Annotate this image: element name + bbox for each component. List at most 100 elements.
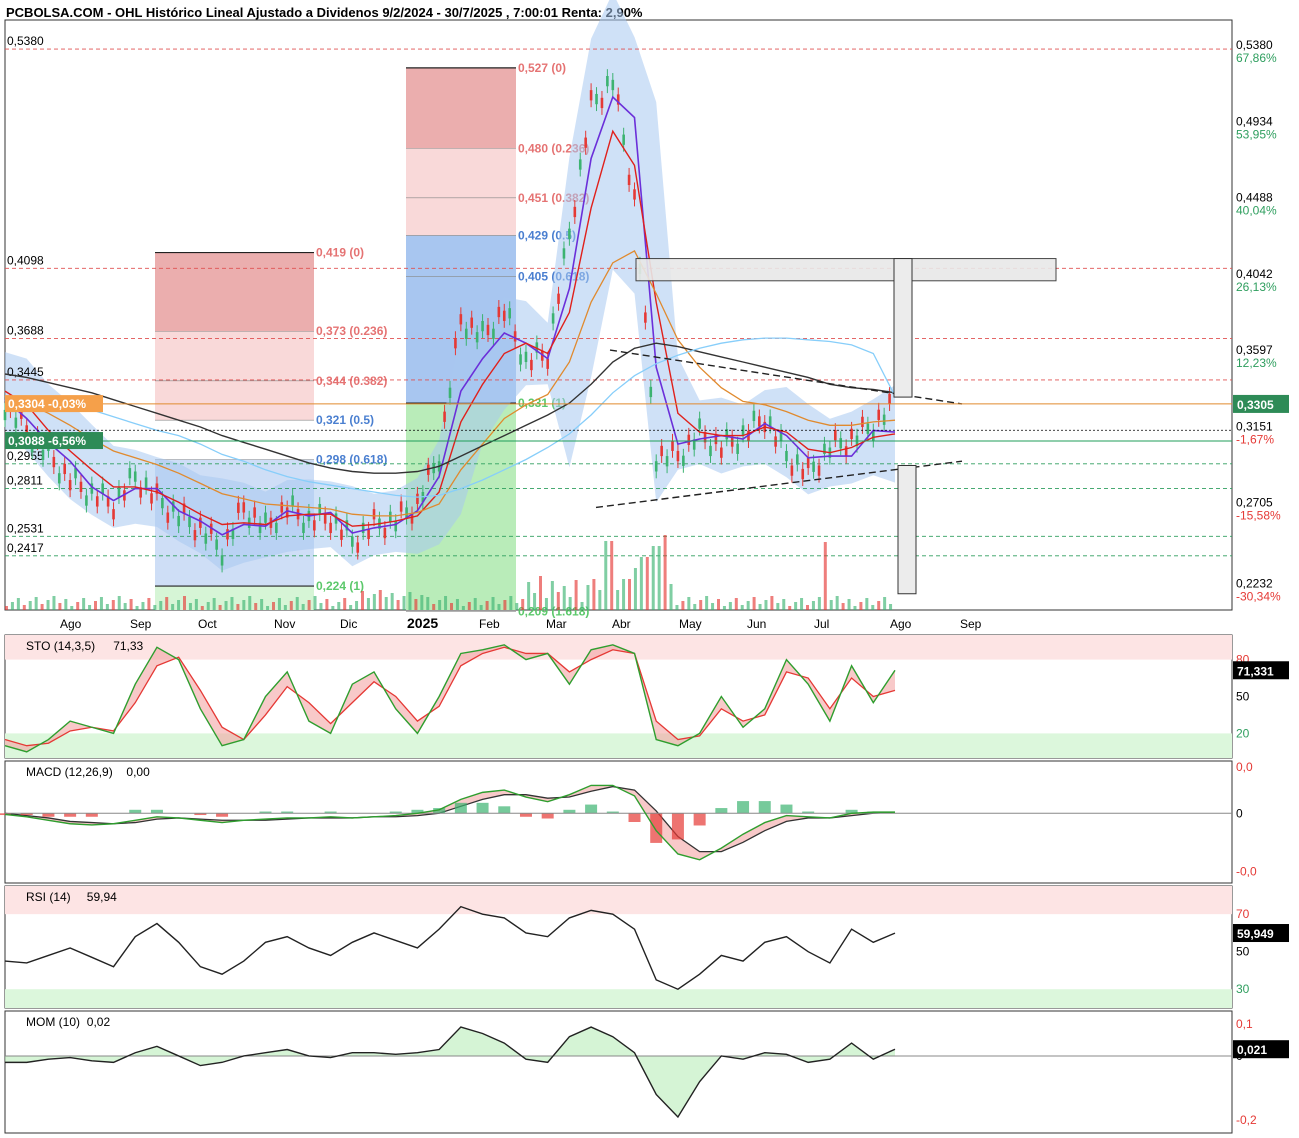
- volume-bar: [64, 599, 68, 610]
- candle-body: [383, 527, 387, 539]
- x-month-label: Jun: [747, 617, 766, 631]
- volume-bar: [414, 599, 418, 610]
- candle-body: [568, 228, 571, 239]
- candle-body: [340, 529, 343, 540]
- volume-bar: [58, 603, 62, 610]
- candle-body: [546, 358, 549, 369]
- left-level-label: 0,2531: [7, 521, 44, 535]
- fib1-zone-top: [155, 252, 314, 332]
- volume-bar: [384, 597, 388, 610]
- candle-body: [513, 331, 517, 342]
- candle-body: [877, 409, 881, 420]
- volume-bar: [171, 604, 175, 610]
- volume-bar: [22, 605, 26, 610]
- volume-bar: [841, 603, 845, 610]
- volume-bar: [349, 605, 353, 610]
- candle-body: [844, 446, 848, 457]
- candle-body: [68, 480, 72, 491]
- volume-bar: [254, 603, 258, 610]
- macd-hist-bar: [563, 809, 576, 814]
- panel-title: STO (14,3,5): [26, 639, 95, 653]
- volume-bar: [479, 605, 483, 610]
- x-month-label: Sep: [130, 617, 152, 631]
- fib1-label: 0,344 (0.382): [316, 374, 387, 388]
- volume-bar: [491, 597, 495, 610]
- volume-bar: [503, 600, 507, 610]
- volume-bar: [550, 581, 554, 610]
- macd-hist-bar: [454, 802, 467, 814]
- candle-body: [313, 520, 316, 531]
- candle-body: [41, 449, 45, 460]
- volume-bar: [444, 596, 448, 610]
- volume-bar: [432, 604, 436, 610]
- x-month-label: Sep: [960, 617, 982, 631]
- candle-body: [557, 293, 560, 304]
- panel-tick: 20: [1236, 726, 1250, 740]
- volume-bar: [794, 602, 798, 610]
- panel-value: 0,02: [87, 1015, 111, 1029]
- volume-bar: [188, 603, 192, 610]
- candle-body: [470, 317, 474, 328]
- volume-bar: [675, 605, 679, 610]
- volume-bar: [420, 595, 424, 610]
- panel-zone: [5, 733, 1232, 758]
- volume-bar: [94, 601, 97, 610]
- volume-bar: [800, 598, 804, 610]
- volume-bar: [218, 605, 222, 610]
- volume-bar: [871, 605, 875, 610]
- volume-bar: [829, 600, 833, 610]
- projection-up-box: [893, 258, 913, 398]
- candle-body: [774, 436, 777, 447]
- volume-bar: [372, 594, 376, 610]
- macd-hist-bar: [476, 802, 489, 814]
- volume-bar: [604, 541, 608, 610]
- candle-body: [578, 159, 582, 170]
- x-month-label: Mar: [546, 617, 567, 631]
- volume-bar: [568, 597, 572, 610]
- volume-bar: [853, 606, 857, 610]
- candle-body: [606, 76, 609, 87]
- volume-bar: [586, 585, 590, 610]
- left-level-label: 0,5380: [7, 34, 44, 48]
- right-pct-tick: -30,34%: [1236, 589, 1281, 603]
- volume-bar: [758, 604, 762, 610]
- candle-body: [671, 440, 674, 451]
- volume-bar: [76, 602, 80, 610]
- candle-body: [882, 414, 886, 425]
- volume-bar: [200, 606, 204, 610]
- volume-bar: [277, 598, 281, 610]
- x-month-label: Abr: [612, 617, 631, 631]
- volume-bar: [539, 576, 542, 610]
- candle-body: [562, 248, 566, 259]
- macd-hist-bar: [715, 808, 728, 814]
- target-zone-box: [635, 258, 1057, 282]
- volume-bar: [266, 606, 270, 610]
- volume-bar: [835, 596, 839, 610]
- volume-bar: [40, 604, 44, 610]
- volume-bar: [598, 590, 602, 610]
- volume-bar: [509, 596, 513, 610]
- x-month-label: Ago: [890, 617, 912, 631]
- fib2-zone-mid: [406, 148, 516, 236]
- fib1-label: 0,321 (0.5): [316, 413, 374, 427]
- panel-tick: 0: [1236, 806, 1243, 820]
- volume-bar: [699, 600, 703, 610]
- volume-bar: [639, 557, 643, 610]
- volume-bar: [337, 602, 341, 610]
- chart-canvas: 0,419 (0) 0,373 (0.236) 0,344 (0.382) 0,321…: [0, 0, 1289, 1134]
- candle-body: [193, 530, 197, 541]
- x-month-label: May: [679, 617, 702, 631]
- candle-body: [502, 310, 506, 321]
- volume-bar: [693, 604, 697, 610]
- candle-body: [720, 447, 723, 458]
- volume-bar: [728, 602, 732, 610]
- volume-bar: [313, 596, 317, 610]
- volume-bar: [455, 599, 459, 610]
- volume-bar: [657, 546, 661, 610]
- volume-bar: [770, 596, 774, 610]
- volume-bar: [5, 606, 8, 610]
- marker-green-label: 0,3088 -6,56%: [8, 434, 86, 448]
- macd-hist-bar: [42, 813, 55, 817]
- volume-bar: [105, 604, 109, 610]
- x-month-label: Jul: [814, 617, 829, 631]
